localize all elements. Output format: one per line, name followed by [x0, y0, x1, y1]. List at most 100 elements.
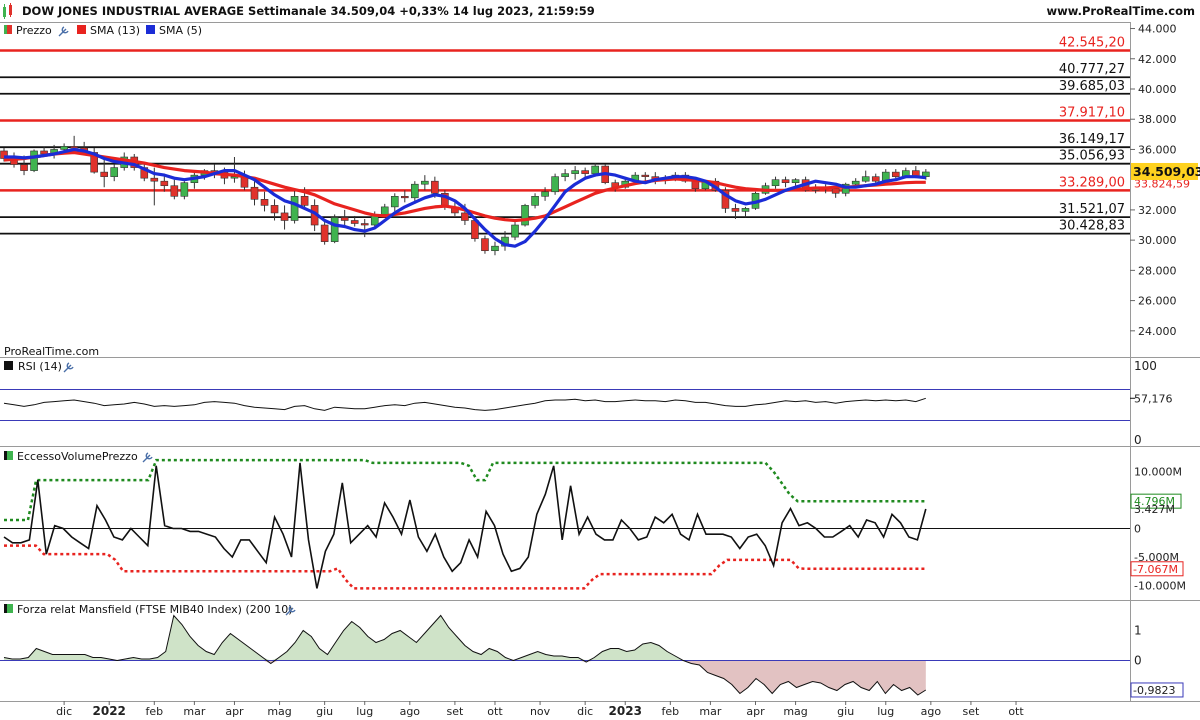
candle-body	[731, 208, 740, 212]
price-tick-label: 38.000	[1138, 113, 1177, 126]
candle-body	[521, 205, 529, 226]
level-label: 31.521,07	[1059, 202, 1125, 217]
candle-body	[360, 223, 369, 226]
candle-body	[350, 220, 359, 224]
time-tick-label: ago	[921, 705, 942, 718]
candle-body	[320, 224, 329, 242]
candle-body	[110, 167, 119, 177]
time-tick-label: feb	[662, 705, 680, 718]
candle-body	[531, 196, 539, 206]
candle-body	[511, 224, 519, 238]
chart-title: DOW JONES INDUSTRIAL AVERAGE Settimanale…	[22, 4, 595, 18]
legend-sma13: SMA (13)	[90, 24, 140, 37]
time-tick-label: ott	[487, 705, 503, 718]
time-tick-label: giu	[837, 705, 854, 718]
time-tick-label: 2023	[609, 704, 642, 718]
time-tick-label: 2022	[93, 704, 126, 718]
evp-chart: 10.000M0-5.000M-10.000M4.796M3.427M-7.06…	[0, 458, 1186, 593]
level-label: 42.545,20	[1059, 36, 1125, 51]
evp-lower-label: -7.067M	[1133, 563, 1178, 576]
mansfield-chart: 1 0 -0,9823	[0, 614, 1184, 698]
candle-body	[250, 186, 259, 200]
candle-body	[831, 188, 840, 194]
wrench-icon[interactable]	[142, 452, 153, 463]
time-tick-label: set	[963, 705, 980, 718]
rsi-line	[3, 397, 926, 411]
candle-body	[260, 199, 269, 206]
candle-body	[851, 180, 860, 185]
wrench-icon[interactable]	[63, 362, 74, 373]
rsi-tick-label: 100	[1134, 359, 1157, 373]
legend-sma5: SMA (5)	[159, 24, 202, 37]
candle-body	[551, 176, 559, 193]
candle-body	[280, 212, 289, 221]
candle-body	[290, 196, 299, 221]
candle-body	[20, 164, 28, 171]
rsi-title: RSI (14)	[18, 360, 62, 373]
time-tick-label: ott	[1008, 705, 1024, 718]
evp-line	[3, 462, 927, 589]
time-tick-label: dic	[56, 705, 72, 718]
time-tick-label: lug	[877, 705, 894, 718]
price-tick-label: 36.000	[1138, 143, 1177, 156]
evp-value-label: 3.427M	[1134, 503, 1175, 516]
candle-body	[591, 165, 599, 174]
level-label: 39.685,03	[1059, 79, 1125, 94]
candle-body	[340, 217, 349, 221]
candles	[0, 135, 930, 256]
candle-body	[180, 182, 189, 197]
candle-body	[300, 196, 309, 206]
time-tick-label: apr	[746, 705, 765, 718]
candle-body	[400, 196, 409, 199]
wrench-icon[interactable]	[58, 26, 69, 37]
time-tick-label: ago	[400, 705, 421, 718]
mansfield-tick-label: 1	[1134, 624, 1142, 638]
candle-body	[491, 245, 499, 252]
time-tick-label: feb	[145, 705, 163, 718]
price-tick-label: 28.000	[1138, 264, 1177, 277]
price-tick-label: 42.000	[1138, 53, 1177, 66]
candle-body	[330, 217, 339, 242]
level-label: 35.056,93	[1059, 149, 1125, 164]
last-price-label: 34.509,03	[1133, 164, 1200, 179]
candle-body	[390, 196, 399, 208]
time-tick-label: nov	[530, 705, 551, 718]
time-tick-label: mar	[699, 705, 721, 718]
mansfield-title: Forza relat Mansfield (FTSE MIB40 Index)…	[17, 603, 293, 616]
evp-upper-band	[4, 458, 926, 522]
candle-body	[541, 191, 549, 197]
candle-body	[170, 185, 179, 197]
evp-panel-header: EccessoVolumePrezzo	[4, 450, 153, 463]
level-label: 36.149,17	[1059, 132, 1125, 147]
mansfield-value-label: -0,9823	[1133, 684, 1175, 697]
level-label: 37.917,10	[1059, 105, 1125, 120]
candle-body	[461, 212, 469, 221]
candle-body	[861, 176, 870, 182]
evp-tick-label: -10.000M	[1134, 580, 1186, 593]
evp-tick-label: 10.000M	[1134, 466, 1182, 479]
price-tick-label: 40.000	[1138, 83, 1177, 96]
sma5-swatch	[146, 25, 155, 34]
time-tick-label: giu	[316, 705, 333, 718]
brand-link[interactable]: www.ProRealTime.com	[1046, 4, 1195, 18]
candle-body	[691, 180, 700, 190]
time-axis: dic 2022 feb mar apr mag giu lug ago set ott nov dic…	[56, 701, 1024, 718]
price-tick-label: 44.000	[1138, 23, 1177, 36]
time-tick-label: apr	[225, 705, 244, 718]
mansfield-negative-fill	[4, 660, 926, 695]
candle-body	[571, 170, 579, 174]
candle-body	[160, 180, 169, 187]
rsi-panel-header: RSI (14)	[4, 360, 74, 373]
level-label: 40.777,27	[1059, 62, 1125, 77]
legend-prezzo: Prezzo	[16, 24, 52, 37]
candle-body	[641, 174, 650, 177]
time-tick-label: mag	[267, 705, 291, 718]
price-tick-label: 24.000	[1138, 325, 1177, 338]
candle-body	[481, 238, 489, 252]
price-tick-label: 26.000	[1138, 295, 1177, 308]
time-tick-label: set	[446, 705, 463, 718]
candle-body	[380, 206, 389, 215]
price-tick-label: 32.000	[1138, 204, 1177, 217]
candle-body	[431, 180, 439, 194]
candle-body	[150, 177, 159, 182]
